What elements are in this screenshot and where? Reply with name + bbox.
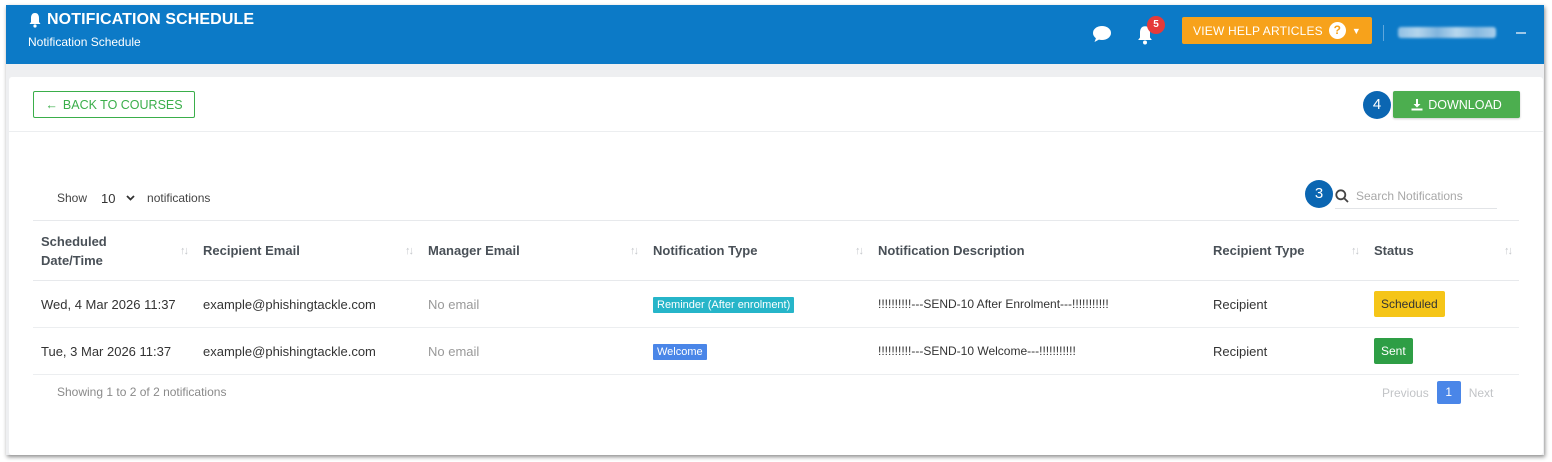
notification-type-tag: Reminder (After enrolment) <box>653 296 795 313</box>
col-manager-email[interactable]: Manager Email ↑↓ <box>420 220 645 281</box>
sort-icon: ↑↓ <box>405 244 414 257</box>
sort-icon: ↑↓ <box>1504 244 1513 257</box>
view-help-articles-button[interactable]: VIEW HELP ARTICLES ? ▼ <box>1182 17 1372 44</box>
notifications-button[interactable]: 5 <box>1136 16 1165 45</box>
cell-recipient-type: Recipient <box>1205 327 1366 375</box>
page-length-value: 10 <box>101 190 116 206</box>
cell-manager-email: No email <box>420 327 645 375</box>
top-header: NOTIFICATION SCHEDULE Notification Sched… <box>6 5 1544 64</box>
status-badge: Scheduled <box>1374 291 1445 317</box>
question-icon: ? <box>1328 22 1346 39</box>
column-header-label: Notification Type <box>653 243 758 258</box>
breadcrumb: Notification Schedule <box>28 35 141 49</box>
step-marker-4: 4 <box>1363 91 1391 119</box>
col-status[interactable]: Status ↑↓ <box>1366 220 1519 281</box>
bell-icon <box>29 13 41 28</box>
help-button-label: VIEW HELP ARTICLES <box>1193 23 1323 38</box>
column-header-label: Recipient Email <box>203 243 300 258</box>
arrow-left-icon: ← <box>45 97 58 112</box>
cell-status: Sent <box>1366 327 1519 375</box>
col-recipient-type[interactable]: Recipient Type ↑↓ <box>1205 220 1366 281</box>
chat-icon[interactable] <box>1092 25 1112 43</box>
cell-status: Scheduled <box>1366 280 1519 328</box>
sort-icon: ↑↓ <box>630 244 639 257</box>
card-toolbar: ← BACK TO COURSES 4 DOWNLOAD <box>9 77 1543 132</box>
column-header-label: Notification Description <box>878 243 1025 258</box>
content-card: ← BACK TO COURSES 4 DOWNLOAD Show 10 not… <box>9 77 1543 455</box>
chevron-down-icon: ▼ <box>1351 25 1361 36</box>
previous-page-button[interactable]: Previous <box>1382 386 1429 400</box>
search-input[interactable] <box>1356 188 1496 203</box>
download-button-label: DOWNLOAD <box>1428 97 1502 112</box>
sort-icon: ↑↓ <box>1351 244 1360 257</box>
cell-manager-email: No email <box>420 280 645 328</box>
cell-date: Tue, 3 Mar 2026 11:37 <box>33 327 195 375</box>
sort-icon: ↑↓ <box>855 244 864 257</box>
notification-type-tag: Welcome <box>653 343 707 360</box>
page-length-select[interactable]: 10 <box>95 187 140 209</box>
page-1-button[interactable]: 1 <box>1436 381 1461 404</box>
notifications-table: Scheduled Date/Time ↑↓ Recipient Email ↑… <box>33 220 1519 375</box>
cell-notification-type: Welcome <box>645 327 870 375</box>
download-icon <box>1411 98 1423 110</box>
length-suffix-label: notifications <box>147 191 211 205</box>
table-header-row: Scheduled Date/Time ↑↓ Recipient Email ↑… <box>33 220 1519 281</box>
cell-notification-type: Reminder (After enrolment) <box>645 280 870 328</box>
table-row: Wed, 4 Mar 2026 11:37 example@phishingta… <box>33 280 1519 328</box>
cell-description: !!!!!!!!!!---SEND-10 After Enrolment---!… <box>870 280 1205 328</box>
cell-description: !!!!!!!!!!---SEND-10 Welcome---!!!!!!!!!… <box>870 327 1205 375</box>
pagination: Previous 1 Next <box>1382 381 1493 404</box>
column-header-label: Scheduled Date/Time <box>41 233 107 268</box>
page-title: NOTIFICATION SCHEDULE <box>28 11 254 29</box>
col-notification-type[interactable]: Notification Type ↑↓ <box>645 220 870 281</box>
show-label: Show <box>57 191 88 205</box>
search-icon <box>1335 188 1349 203</box>
column-header-label: Recipient Type <box>1213 243 1305 258</box>
table-row: Tue, 3 Mar 2026 11:37 example@phishingta… <box>33 327 1519 375</box>
page-title-text: NOTIFICATION SCHEDULE <box>47 11 255 28</box>
col-scheduled-date[interactable]: Scheduled Date/Time ↑↓ <box>33 220 195 281</box>
step-marker-3: 3 <box>1305 180 1333 208</box>
status-badge: Sent <box>1374 338 1413 364</box>
table-info: Showing 1 to 2 of 2 notifications <box>57 385 227 399</box>
cell-date: Wed, 4 Mar 2026 11:37 <box>33 280 195 328</box>
user-name-redacted[interactable] <box>1398 27 1496 38</box>
cell-recipient-email: example@phishingtackle.com <box>195 280 420 328</box>
col-notification-description: Notification Description <box>870 220 1205 281</box>
download-button[interactable]: DOWNLOAD <box>1393 91 1520 118</box>
header-divider <box>1383 25 1384 41</box>
search-box <box>1335 183 1497 209</box>
cell-recipient-type: Recipient <box>1205 280 1366 328</box>
notification-count-badge: 5 <box>1147 16 1165 34</box>
sort-icon: ↑↓ <box>180 244 189 257</box>
back-button-label: BACK TO COURSES <box>62 97 183 112</box>
col-recipient-email[interactable]: Recipient Email ↑↓ <box>195 220 420 281</box>
table-length-control: Show 10 notifications <box>57 187 210 209</box>
column-header-label: Manager Email <box>428 243 520 258</box>
next-page-button[interactable]: Next <box>1469 386 1494 400</box>
app-window: NOTIFICATION SCHEDULE Notification Sched… <box>6 5 1544 455</box>
cell-recipient-email: example@phishingtackle.com <box>195 327 420 375</box>
user-menu-caret-icon[interactable] <box>1516 32 1526 34</box>
chevron-down-icon <box>126 195 135 201</box>
back-to-courses-button[interactable]: ← BACK TO COURSES <box>33 91 195 118</box>
column-header-label: Status <box>1374 243 1414 258</box>
